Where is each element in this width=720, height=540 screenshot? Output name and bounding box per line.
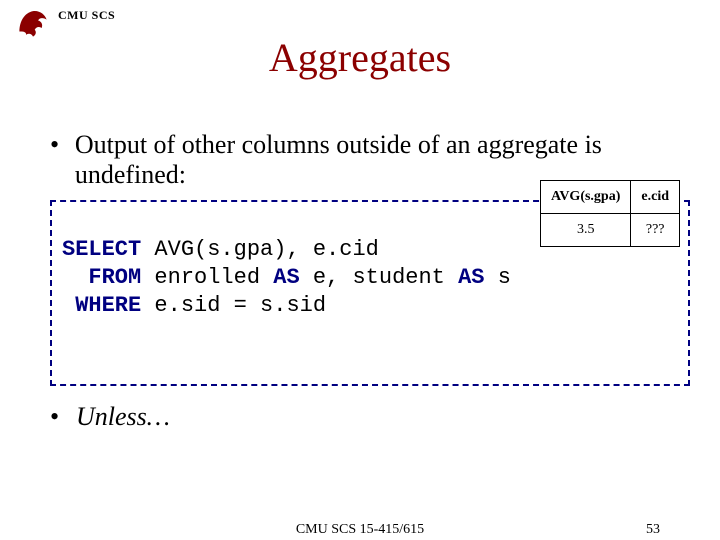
slide-title: Aggregates bbox=[0, 34, 720, 81]
bullet-text: Unless… bbox=[76, 402, 170, 432]
table-row: 3.5 ??? bbox=[541, 214, 680, 247]
sql-text: e.sid = s.sid bbox=[141, 293, 326, 318]
bullet-item: • Unless… bbox=[50, 402, 690, 432]
sql-text: enrolled bbox=[141, 265, 273, 290]
bullet-dot-icon: • bbox=[50, 402, 76, 432]
org-label: CMU SCS bbox=[58, 8, 115, 23]
bullet-dot-icon: • bbox=[50, 130, 75, 160]
page-number: 53 bbox=[646, 522, 660, 538]
sql-keyword: WHERE bbox=[62, 293, 141, 318]
table-header-cell: e.cid bbox=[631, 181, 680, 214]
slide-content: • Output of other columns outside of an … bbox=[50, 130, 690, 442]
code-line: FROM enrolled AS e, student AS s bbox=[62, 265, 511, 290]
table-cell: 3.5 bbox=[541, 214, 631, 247]
sql-text: AVG(s.gpa), e.cid bbox=[141, 237, 379, 262]
code-line: WHERE e.sid = s.sid bbox=[62, 293, 326, 318]
sql-code-block: SELECT AVG(s.gpa), e.cid FROM enrolled A… bbox=[50, 200, 690, 386]
sql-keyword: AS bbox=[458, 265, 484, 290]
sql-keyword: SELECT bbox=[62, 237, 141, 262]
table-row: AVG(s.gpa) e.cid bbox=[541, 181, 680, 214]
footer-center: CMU SCS 15-415/615 bbox=[0, 522, 720, 538]
sql-keyword: AS bbox=[273, 265, 299, 290]
table-header-cell: AVG(s.gpa) bbox=[541, 181, 631, 214]
sql-text: e, student bbox=[300, 265, 458, 290]
code-line: SELECT AVG(s.gpa), e.cid bbox=[62, 237, 379, 262]
table-cell: ??? bbox=[631, 214, 680, 247]
sql-keyword: FROM bbox=[62, 265, 141, 290]
sql-text: s bbox=[485, 265, 511, 290]
result-table: AVG(s.gpa) e.cid 3.5 ??? bbox=[540, 180, 680, 247]
